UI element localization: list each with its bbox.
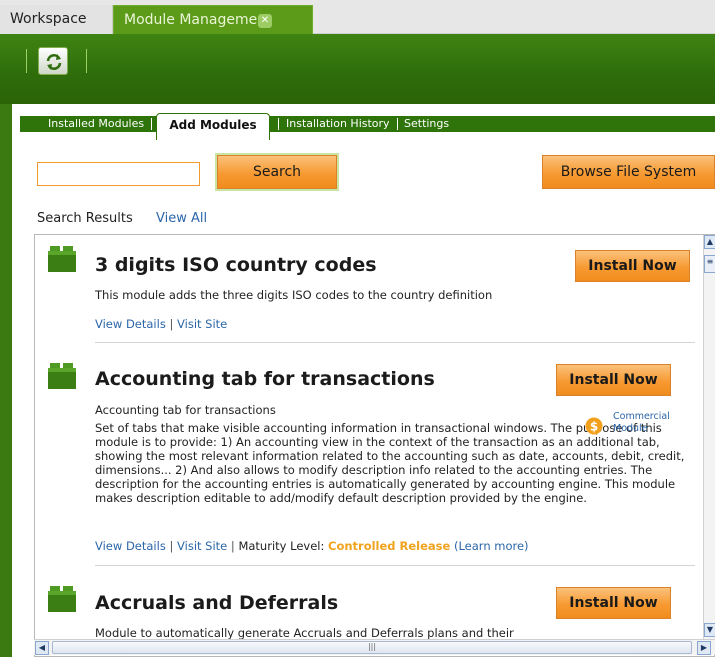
commercial-module-label: Commercial Module [613, 411, 670, 434]
install-now-button[interactable]: Install Now [575, 250, 690, 282]
toolbar-separator [86, 49, 87, 73]
subtab-installation-history[interactable]: Installation History [286, 116, 390, 132]
horizontal-scrollbar[interactable]: ◀ ||| ▶ [34, 639, 715, 655]
module-title: Accruals and Deferrals [95, 592, 339, 614]
search-button[interactable]: Search [217, 155, 337, 189]
maturity-level-label: Maturity Level: [238, 539, 325, 553]
browse-file-system-button[interactable]: Browse File System [542, 155, 715, 189]
svg-text:$: $ [590, 420, 598, 434]
view-details-link[interactable]: View Details [95, 317, 166, 331]
close-icon[interactable]: ✕ [258, 14, 272, 28]
vertical-scroll-thumb[interactable]: ≡ [704, 255, 715, 273]
module-icon [48, 363, 76, 389]
search-input[interactable] [37, 162, 200, 186]
subtab-installed-modules[interactable]: Installed Modules [48, 116, 144, 132]
view-details-link[interactable]: View Details [95, 539, 166, 553]
visit-site-link[interactable]: Visit Site [177, 539, 227, 553]
module-title: Accounting tab for transactions [95, 368, 435, 390]
subtab-settings[interactable]: Settings [404, 116, 449, 132]
module-icon [48, 586, 76, 612]
tab-workspace[interactable]: Workspace [0, 5, 113, 34]
subtab-add-modules[interactable]: Add Modules [156, 113, 270, 140]
tab-module-management-label: Module Management [124, 12, 272, 28]
install-now-button[interactable]: Install Now [556, 364, 671, 396]
module-title: 3 digits ISO country codes [95, 254, 377, 276]
horizontal-scroll-thumb[interactable]: ||| [52, 641, 692, 654]
subtab-separator [151, 118, 152, 130]
link-separator: | [169, 317, 178, 331]
divider [95, 342, 695, 343]
toolbar-separator [26, 49, 27, 73]
module-description: Module to automatically generate Accrual… [95, 626, 514, 640]
left-rail [0, 104, 12, 657]
module-description: This module adds the three digits ISO co… [95, 288, 493, 302]
refresh-icon [46, 54, 62, 70]
scroll-up-icon[interactable]: ▲ [704, 235, 715, 249]
divider [95, 565, 695, 566]
install-now-button[interactable]: Install Now [556, 587, 671, 619]
visit-site-link[interactable]: Visit Site [177, 317, 227, 331]
subtab-separator [278, 118, 279, 130]
toolbar [0, 34, 715, 104]
vertical-scrollbar[interactable]: ▲ ≡ ▼ [703, 235, 715, 639]
module-links: View Details | Visit Site | Maturity Lev… [95, 539, 529, 553]
results-list: 3 digits ISO country codes This module a… [34, 234, 715, 657]
tab-module-management[interactable]: Module Management ✕ [113, 5, 313, 34]
subtab-separator [397, 118, 398, 130]
scroll-left-icon[interactable]: ◀ [35, 641, 49, 655]
scroll-down-icon[interactable]: ▼ [704, 623, 715, 637]
tab-workspace-label: Workspace [10, 11, 87, 27]
learn-more-link[interactable]: (Learn more) [454, 539, 529, 553]
scroll-right-icon[interactable]: ▶ [697, 641, 711, 655]
module-links: View Details | Visit Site [95, 317, 227, 331]
link-separator: | [169, 539, 178, 553]
top-tab-strip: Workspace Module Management ✕ [0, 0, 715, 34]
dollar-icon: $ [585, 417, 603, 435]
view-all-link[interactable]: View All [156, 211, 207, 226]
module-icon [48, 246, 76, 272]
refresh-button[interactable] [38, 47, 68, 75]
search-results-label: Search Results [37, 211, 133, 226]
module-description: Set of tabs that make visible accounting… [95, 421, 685, 505]
maturity-level-value: Controlled Release [328, 539, 451, 553]
module-subtitle: Accounting tab for transactions [95, 403, 276, 417]
